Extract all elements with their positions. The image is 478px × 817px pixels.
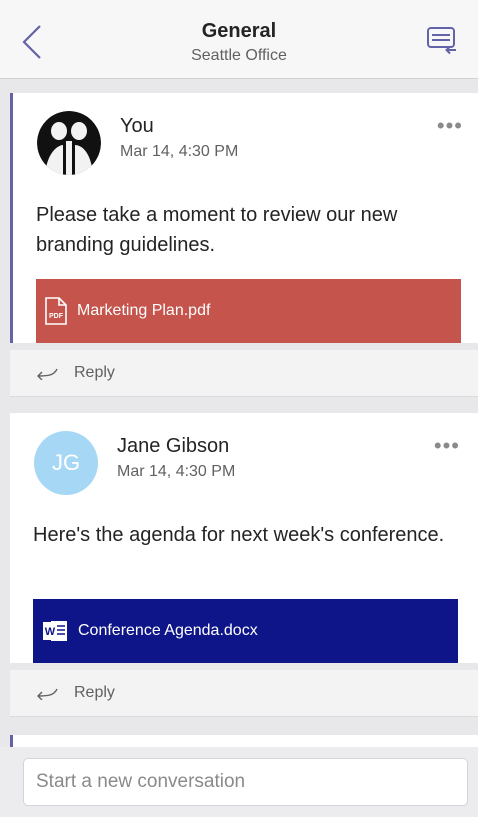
channel-header: General Seattle Office — [0, 0, 478, 79]
reply-bar[interactable]: Reply — [10, 670, 478, 717]
team-name: Seattle Office — [191, 47, 287, 64]
attachment-name: Marketing Plan.pdf — [77, 302, 211, 319]
profile-photo-icon — [37, 111, 101, 175]
reply-button[interactable]: Reply — [74, 364, 115, 382]
reply-bar[interactable]: Reply — [10, 350, 478, 397]
more-options-icon[interactable]: ••• — [437, 113, 463, 139]
post-author[interactable]: Jane Gibson — [117, 435, 229, 458]
reply-button[interactable]: Reply — [74, 684, 115, 702]
more-options-icon[interactable]: ••• — [434, 433, 460, 459]
post-message: Here's the agenda for next week's confer… — [33, 524, 445, 546]
post-timestamp: Mar 14, 4:30 PM — [120, 143, 239, 160]
attachment-tile[interactable]: PDF Marketing Plan.pdf — [36, 279, 461, 343]
avatar[interactable]: JG — [34, 431, 98, 495]
reply-arrow-icon — [37, 368, 58, 380]
attachment-tile[interactable]: W Conference Agenda.docx — [33, 599, 458, 663]
post-timestamp: Mar 14, 4:30 PM — [117, 463, 236, 480]
post-card-partial — [10, 735, 478, 747]
reply-arrow-icon — [37, 688, 58, 700]
svg-text:PDF: PDF — [49, 313, 64, 320]
new-conversation-input[interactable] — [23, 758, 468, 806]
pdf-file-icon: PDF — [45, 297, 67, 325]
post-author[interactable]: You — [120, 115, 154, 138]
post-card: JG Jane Gibson Mar 14, 4:30 PM ••• Here'… — [10, 413, 478, 663]
svg-text:W: W — [45, 626, 56, 638]
post-card: You Mar 14, 4:30 PM ••• Please take a mo… — [10, 93, 478, 343]
composer-bar — [0, 747, 478, 817]
attachment-name: Conference Agenda.docx — [78, 622, 258, 639]
avatar[interactable] — [37, 111, 101, 175]
channel-info-icon[interactable] — [426, 26, 460, 56]
channel-title: General — [201, 20, 277, 42]
word-file-icon: W — [43, 621, 67, 641]
post-message: Please take a moment to review our new b… — [36, 204, 398, 256]
